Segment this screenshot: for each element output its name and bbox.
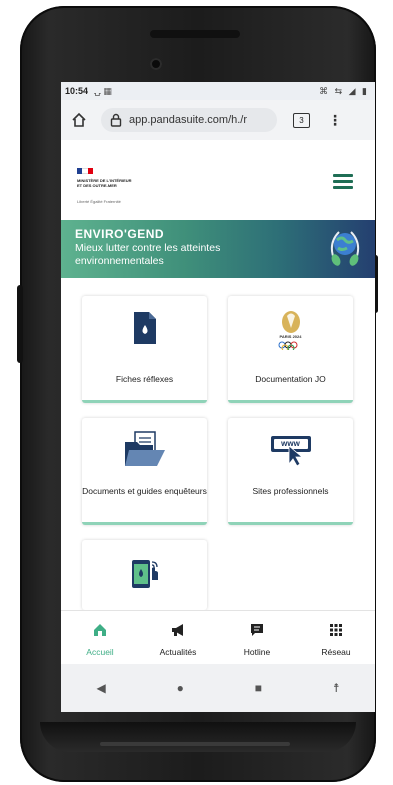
home-circle-icon[interactable]: ● xyxy=(177,681,184,695)
status-left-icons: ⍽ ▦ xyxy=(94,85,112,96)
nav-label: Accueil xyxy=(86,647,114,657)
card-documents-guides[interactable]: Documents et guides enquêteurs xyxy=(82,418,207,525)
phone-bottom-line xyxy=(100,742,290,746)
www-cursor-icon: www xyxy=(269,432,313,471)
browser-toolbar: app.pandasuite.com/h./r 3 ⋮ xyxy=(61,100,375,140)
card-label: Documentation JO xyxy=(255,374,326,384)
paris-2024-logo-icon: PARIS 2024 xyxy=(275,308,307,355)
browser-menu-icon[interactable]: ⋮ xyxy=(328,112,342,129)
republic-logo xyxy=(77,168,93,174)
ministry-name: Ministère de l'intérieur et des outre-me… xyxy=(77,178,132,188)
flag-red xyxy=(87,168,93,174)
android-navigation-bar: ◀ ● ■ ☨ xyxy=(61,664,375,712)
status-bar: 10:54 ⍽ ▦ ⌘ ⇆ ◢ ▮ xyxy=(61,82,375,100)
chat-icon xyxy=(250,623,264,642)
browser-home-icon[interactable] xyxy=(71,112,87,128)
nav-accueil[interactable]: Accueil xyxy=(61,611,139,665)
hamburger-line xyxy=(333,174,353,177)
hamburger-line xyxy=(333,180,353,183)
phone-touch-icon xyxy=(128,556,162,595)
card-label: Documents et guides enquêteurs xyxy=(82,486,207,496)
lock-icon xyxy=(109,113,123,127)
site-header: Ministère de l'intérieur et des outre-me… xyxy=(61,140,375,220)
banner-subtitle: Mieux lutter contre les atteintes enviro… xyxy=(75,242,221,267)
phone-side-button xyxy=(17,285,23,363)
bottom-navigation: Accueil Actualités Hotline Réseau xyxy=(61,610,375,665)
banner-title: ENVIRO'GEND xyxy=(75,227,165,241)
phone-screen: 10:54 ⍽ ▦ ⌘ ⇆ ◢ ▮ app.pandasuite.com/h./… xyxy=(61,82,375,712)
hamburger-menu-icon[interactable] xyxy=(333,174,353,189)
address-bar[interactable]: app.pandasuite.com/h./r xyxy=(101,108,277,132)
file-drop-icon xyxy=(133,312,156,349)
folder-documents-icon xyxy=(123,430,167,473)
accessibility-icon[interactable]: ☨ xyxy=(333,681,340,695)
nav-actualites[interactable]: Actualités xyxy=(139,611,217,665)
phone-speaker xyxy=(150,30,240,38)
card-documentation-jo[interactable]: PARIS 2024 Documentation JO xyxy=(228,296,353,403)
url-text: app.pandasuite.com/h./r xyxy=(129,114,248,126)
card-label: Fiches réflexes xyxy=(115,374,174,384)
hamburger-line xyxy=(333,186,353,189)
status-time: 10:54 xyxy=(65,86,89,96)
phone-chin xyxy=(40,722,356,752)
www-text: www xyxy=(281,439,300,448)
card-phone-touch[interactable] xyxy=(82,540,207,610)
republic-motto: Liberté Égalité Fraternité xyxy=(77,199,121,204)
nav-label: Hotline xyxy=(243,647,271,657)
megaphone-icon xyxy=(170,623,186,642)
card-fiches-reflexes[interactable]: Fiches réflexes xyxy=(82,296,207,403)
hero-banner: ENVIRO'GEND Mieux lutter contre les atte… xyxy=(61,220,375,278)
paris-2024-text: PARIS 2024 xyxy=(279,334,302,339)
nav-label: Réseau xyxy=(321,647,351,657)
nav-hotline[interactable]: Hotline xyxy=(218,611,296,665)
status-right-icons: ⌘ ⇆ ◢ ▮ xyxy=(319,85,369,96)
nav-label: Actualités xyxy=(159,647,197,657)
home-icon xyxy=(93,623,107,642)
recents-icon[interactable]: ■ xyxy=(255,681,262,695)
tabs-count-button[interactable]: 3 xyxy=(293,112,310,128)
globe-leaf-icon xyxy=(327,226,363,270)
card-sites-professionnels[interactable]: www Sites professionnels xyxy=(228,418,353,525)
card-label: Sites professionnels xyxy=(252,486,329,496)
back-icon[interactable]: ◀ xyxy=(96,681,105,695)
grid-icon xyxy=(329,623,343,642)
nav-reseau[interactable]: Réseau xyxy=(297,611,375,665)
phone-camera xyxy=(150,58,162,70)
